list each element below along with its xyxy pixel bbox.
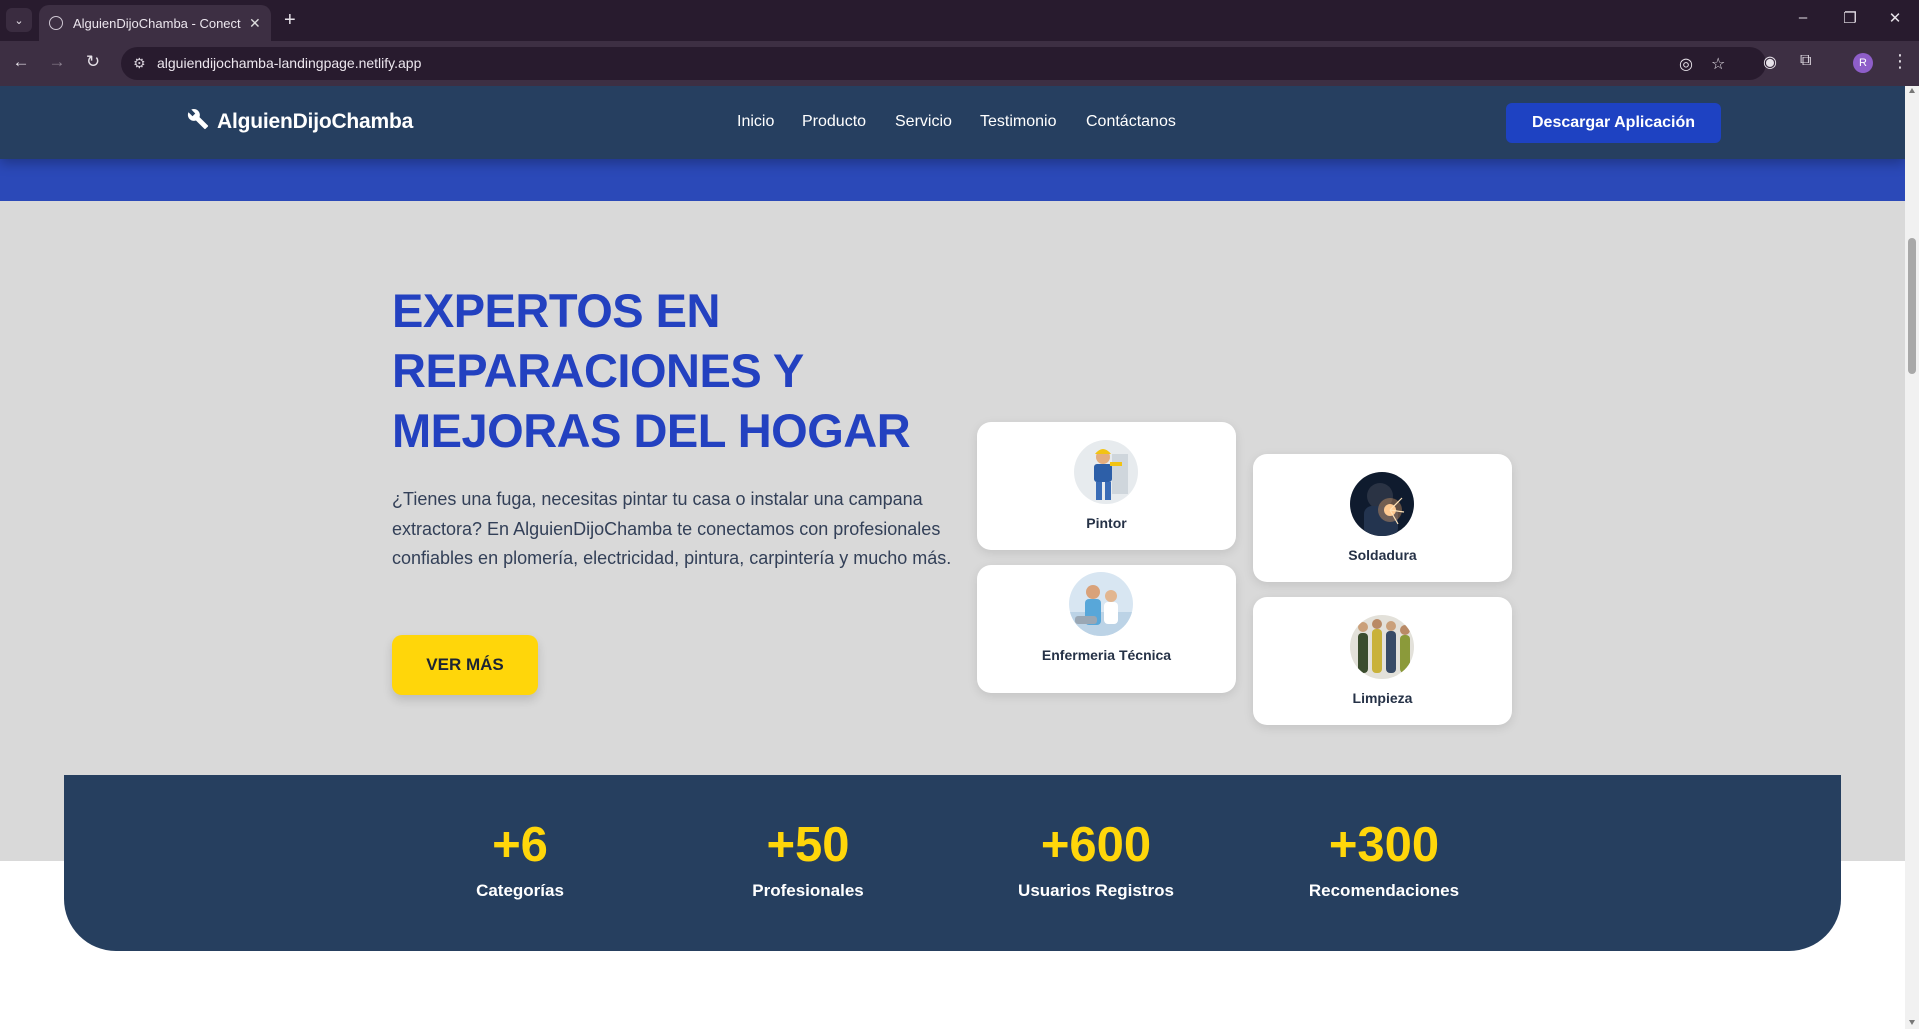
browser-toolbar: ← → ↻ ⚙ alguiendijochamba-landingpage.ne… (0, 41, 1919, 86)
scroll-down-arrow-icon[interactable] (1909, 1020, 1915, 1025)
enfermeria-photo (1069, 572, 1133, 636)
service-label: Soldadura (1348, 547, 1417, 563)
service-label: Limpieza (1352, 690, 1413, 706)
profile-avatar[interactable]: R (1853, 53, 1873, 73)
stat-usuarios: +600 Usuarios Registros (966, 817, 1226, 901)
stat-label: Categorías (476, 881, 564, 900)
hero-section: EXPERTOS EN REPARACIONES Y MEJORAS DEL H… (0, 201, 1905, 861)
url-text[interactable]: alguiendijochamba-landingpage.netlify.ap… (157, 55, 421, 71)
wrench-icon (187, 108, 209, 136)
tab-close-icon[interactable]: ✕ (249, 15, 261, 32)
logo-text: AlguienDijoChamba (217, 110, 414, 133)
browser-tab-strip: ⌄ AlguienDijoChamba - Conectamos ✕ + – ❐… (0, 0, 1919, 41)
limpieza-photo (1350, 615, 1414, 679)
service-label: Enfermeria Técnica (1041, 647, 1172, 663)
stat-value: +50 (766, 818, 850, 872)
site-navbar: AlguienDijoChamba Inicio Producto Servic… (0, 86, 1905, 159)
pintor-photo (1074, 440, 1138, 504)
eye-slash-icon[interactable]: ◎ (1679, 54, 1693, 74)
nav-link-testimonio[interactable]: Testimonio (980, 113, 1056, 131)
service-card-soldadura[interactable]: Soldadura (1253, 454, 1512, 582)
site-info-icon[interactable]: ⚙ (133, 55, 146, 72)
page-viewport: AlguienDijoChamba Inicio Producto Servic… (0, 86, 1905, 1029)
scroll-up-arrow-icon[interactable] (1909, 88, 1915, 93)
stat-recomendaciones: +300 Recomendaciones (1254, 817, 1514, 901)
restore-icon[interactable]: ❐ (1840, 9, 1860, 27)
service-card-enfermeria[interactable]: Enfermeria Técnica (977, 565, 1236, 693)
hero-description: ¿Tienes una fuga, necesitas pintar tu ca… (392, 489, 952, 568)
site-logo[interactable]: AlguienDijoChamba (187, 108, 413, 136)
window-close-icon[interactable]: ✕ (1885, 9, 1905, 27)
minimize-icon[interactable]: – (1793, 9, 1813, 26)
nav-link-servicio[interactable]: Servicio (895, 113, 952, 131)
hero-title: EXPERTOS EN REPARACIONES Y MEJORAS DEL H… (392, 284, 911, 457)
service-label: Pintor (1086, 515, 1127, 531)
ver-mas-button[interactable]: VER MÁS (392, 635, 538, 695)
stat-categorias: +6 Categorías (390, 817, 650, 901)
new-tab-plus-icon[interactable]: + (284, 8, 296, 32)
browser-tab-active[interactable]: AlguienDijoChamba - Conectamos ✕ (39, 5, 271, 41)
extensions-puzzle-icon[interactable]: ⧉ (1800, 52, 1811, 70)
tab-title: AlguienDijoChamba - Conectamos (73, 15, 241, 31)
download-app-button[interactable]: Descargar Aplicación (1506, 103, 1721, 143)
stat-label: Recomendaciones (1308, 881, 1460, 900)
nav-link-contactanos[interactable]: Contáctanos (1086, 113, 1176, 131)
service-card-limpieza[interactable]: Limpieza (1253, 597, 1512, 725)
stat-value: +300 (1328, 818, 1440, 872)
forward-arrow-icon[interactable]: → (46, 52, 68, 72)
stat-value: +6 (492, 818, 548, 872)
stat-profesionales: +50 Profesionales (678, 817, 938, 901)
globe-icon (49, 16, 63, 30)
nav-link-producto[interactable]: Producto (802, 113, 866, 131)
service-card-pintor[interactable]: Pintor (977, 422, 1236, 550)
stats-section: +6 Categorías +50 Profesionales +600 Usu… (64, 775, 1841, 951)
browser-menu-icon[interactable]: ⋮ (1891, 51, 1909, 72)
back-arrow-icon[interactable]: ← (10, 52, 32, 72)
page-scrollbar[interactable] (1905, 86, 1919, 1029)
address-bar[interactable]: ⚙ alguiendijochamba-landingpage.netlify.… (121, 47, 1766, 80)
tab-search-chevron-icon[interactable]: ⌄ (6, 8, 32, 32)
reload-icon[interactable]: ↻ (82, 52, 104, 72)
stat-value: +600 (1040, 818, 1152, 872)
stat-label: Profesionales (752, 881, 864, 900)
extension-icon[interactable]: ◉ (1763, 52, 1777, 72)
bookmark-star-icon[interactable]: ☆ (1711, 54, 1725, 74)
scrollbar-thumb[interactable] (1908, 238, 1916, 374)
nav-link-inicio[interactable]: Inicio (737, 113, 774, 131)
stat-label: Usuarios Registros (1018, 881, 1174, 900)
soldadura-photo (1350, 472, 1414, 536)
